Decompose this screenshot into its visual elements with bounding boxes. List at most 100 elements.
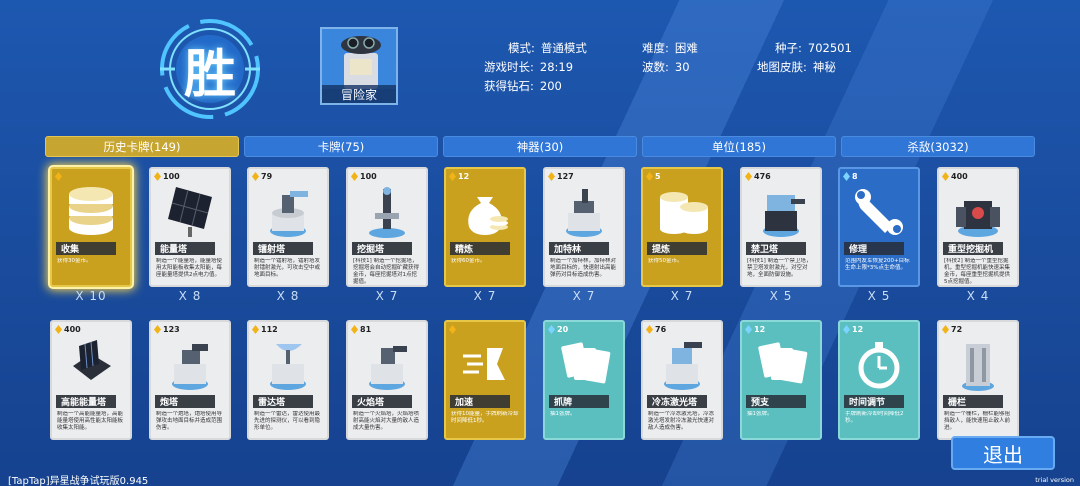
gem-icon xyxy=(843,325,850,334)
card-cost: 79 xyxy=(252,172,272,181)
stat-waves-value: 30 xyxy=(674,60,690,74)
card-description: 获得60金币。 xyxy=(451,258,486,264)
card-name: 炮塔 xyxy=(155,395,215,408)
tab-artifacts[interactable]: 神器(30) xyxy=(443,136,637,157)
stat-mode-value: 普通模式 xyxy=(540,41,587,55)
card-cost: 400 xyxy=(55,325,81,334)
card-13[interactable]: 112 雷达塔 制造一个雷达，雷达使用最先进的探测仪，可以看到隐形单位。 xyxy=(247,320,329,440)
speed-icon xyxy=(452,336,518,392)
card-cost: 127 xyxy=(548,172,574,181)
card-cost-value: 100 xyxy=(163,172,180,181)
stat-mode-label: 模式: xyxy=(508,41,535,55)
card-11[interactable]: 400 高能能量塔 制造一个高能能量塔，高能能量塔使用高性能太阳能板收集太阳能。 xyxy=(50,320,132,440)
stat-waves: 波数: 30 xyxy=(642,59,690,75)
card-cost-value: 12 xyxy=(754,325,766,334)
card-description: 手牌刷新冷却时间降低2秒。 xyxy=(845,411,904,424)
stopwatch-icon xyxy=(846,336,912,392)
card-cost: 100 xyxy=(154,172,180,181)
card-cost xyxy=(449,325,458,334)
card-cost: 72 xyxy=(942,325,962,334)
tab-cards[interactable]: 卡牌(75) xyxy=(244,136,438,157)
card-description: 制造一个栅栏，栅栏能够阻挡敌人，能快速阻止敌人前进。 xyxy=(944,411,1011,431)
card-10[interactable]: 400 重型挖掘机 [科技2] 制造一个重型挖掘机，重型挖掘机能快速采集金币，每座重… xyxy=(937,167,1019,287)
card-name: 镭射塔 xyxy=(253,242,313,255)
card-cost: 112 xyxy=(252,325,278,334)
card-cost: 476 xyxy=(745,172,771,181)
stat-diamonds-label: 获得钻石: xyxy=(484,79,534,93)
player-name: 冒险家 xyxy=(322,85,396,103)
card-description: 制造一个雷达，雷达使用最先进的探测仪，可以看到隐形单位。 xyxy=(254,411,321,431)
card-description: [科技1] 制造一个挖掘塔，挖掘塔会自动挖掘矿藏获得金币，每座挖掘塔对1点挖掘值… xyxy=(353,258,420,284)
card-cost-value: 400 xyxy=(951,172,968,181)
card-cost: 12 xyxy=(449,172,469,181)
cards-icon xyxy=(748,336,814,392)
flame-tower-icon xyxy=(354,336,420,392)
card-17[interactable]: 76 冷冻激光塔 制造一个冷冻激光塔，冷冻激光塔发射冷冻激光快速对敌人造成伤害。 xyxy=(641,320,723,440)
tab-history-cards[interactable]: 历史卡牌(149) xyxy=(45,136,239,157)
card-2[interactable]: 100 能量塔 制造一个能量塔，能量塔使用太阳能板收集太阳能，每座能量塔提供2点电力… xyxy=(149,167,231,287)
card-cost-value: 5 xyxy=(655,172,661,181)
gem-icon xyxy=(548,172,555,181)
card-7[interactable]: 5 提炼 获得50金币。 xyxy=(641,167,723,287)
gem-icon xyxy=(55,325,62,334)
stat-diamonds: 获得钻石: 200 xyxy=(484,78,562,94)
card-16[interactable]: 20 抓牌 抽1张牌。 xyxy=(543,320,625,440)
radar-icon xyxy=(255,336,321,392)
card-14[interactable]: 81 火焰塔 制造一个火焰塔，火焰塔喷射高能火焰对大量的敌人造成大量伤害。 xyxy=(346,320,428,440)
card-name: 加速 xyxy=(450,395,510,408)
card-12[interactable]: 123 炮塔制造一个炮塔，炮塔使用导弹攻击地面目标并造成范围伤害。 xyxy=(149,320,231,440)
card-name: 抓牌 xyxy=(549,395,609,408)
card-count: X 8 xyxy=(178,289,202,303)
gem-icon xyxy=(154,172,161,181)
card-name: 挖掘塔 xyxy=(352,242,412,255)
card-cost: 123 xyxy=(154,325,180,334)
card-name: 精炼 xyxy=(450,242,510,255)
card-4[interactable]: 100 挖掘塔 [科技1] 制造一个挖掘塔，挖掘塔会自动挖掘矿藏获得金币，每座挖掘塔… xyxy=(346,167,428,287)
card-count: X 8 xyxy=(276,289,300,303)
gem-icon xyxy=(55,172,62,181)
gem-icon xyxy=(646,325,653,334)
gem-icon xyxy=(449,172,456,181)
card-cost-value: 72 xyxy=(951,325,963,334)
card-20[interactable]: 72 栅栏 制造一个栅栏，栅栏能够阻挡敌人，能快速阻止敌人前进。 xyxy=(937,320,1019,440)
card-15[interactable]: 加速 获得10能量，手牌刷新冷却时间降低1秒。 xyxy=(444,320,526,440)
card-cost-value: 127 xyxy=(557,172,574,181)
trial-label: trial version xyxy=(1035,476,1074,484)
stat-skin-label: 地图皮肤: xyxy=(757,60,807,74)
player-avatar[interactable]: 冒险家 xyxy=(320,27,398,105)
stat-diamonds-value: 200 xyxy=(539,79,562,93)
card-cost: 76 xyxy=(646,325,666,334)
card-19[interactable]: 12 时间调节 手牌刷新冷却时间降低2秒。 xyxy=(838,320,920,440)
coin-stack-icon xyxy=(649,183,715,239)
card-cost-value: 12 xyxy=(852,325,864,334)
tab-kills[interactable]: 杀敌(3032) xyxy=(841,136,1035,157)
card-count: X 5 xyxy=(867,289,891,303)
card-name: 预支 xyxy=(746,395,806,408)
card-18[interactable]: 12 预支 抽1张牌。 xyxy=(740,320,822,440)
card-count: X 4 xyxy=(966,289,990,303)
stat-seed-value: 702501 xyxy=(807,41,852,55)
card-name: 修理 xyxy=(844,242,904,255)
tab-units[interactable]: 单位(185) xyxy=(642,136,836,157)
exit-button[interactable]: 退出 xyxy=(951,436,1055,470)
card-3[interactable]: 79 镭射塔 制造一个镭射塔，镭射塔发射镭射激光，可攻击空中或地面目标。 xyxy=(247,167,329,287)
cannon-icon xyxy=(157,336,223,392)
stat-waves-label: 波数: xyxy=(642,60,669,74)
card-cost-value: 12 xyxy=(458,172,470,181)
solar-array-icon xyxy=(58,336,124,392)
gem-icon xyxy=(449,325,456,334)
card-9[interactable]: 8 修理 范围内友军恢复200+目标生命上限*3%点生命值。 xyxy=(838,167,920,287)
card-description: 制造一个炮塔，炮塔使用导弹攻击地面目标并造成范围伤害。 xyxy=(156,411,223,431)
coins-icon xyxy=(58,183,124,239)
card-description: 抽1张牌。 xyxy=(550,411,576,417)
card-1[interactable]: 收集 获得30金币。 xyxy=(50,167,132,287)
card-description: 制造一个火焰塔，火焰塔喷射高能火焰对大量的敌人造成大量伤害。 xyxy=(353,411,420,431)
gem-icon xyxy=(351,172,358,181)
card-cost-value: 100 xyxy=(360,172,377,181)
card-name: 重型挖掘机 xyxy=(943,242,1003,255)
card-description: 制造一个加特林，加特林对地面目标的，快速射出高能弹药对目标造成伤害。 xyxy=(550,258,617,278)
card-count: X 7 xyxy=(572,289,596,303)
card-5[interactable]: 12 精炼获得60金币。 xyxy=(444,167,526,287)
card-6[interactable]: 127 加特林 制造一个加特林，加特林对地面目标的，快速射出高能弹药对目标造成伤害。 xyxy=(543,167,625,287)
card-8[interactable]: 476 禁卫塔 [科技1] 制造一个禁卫塔，禁卫塔发射激光，对空对地，全面防御设施。 xyxy=(740,167,822,287)
